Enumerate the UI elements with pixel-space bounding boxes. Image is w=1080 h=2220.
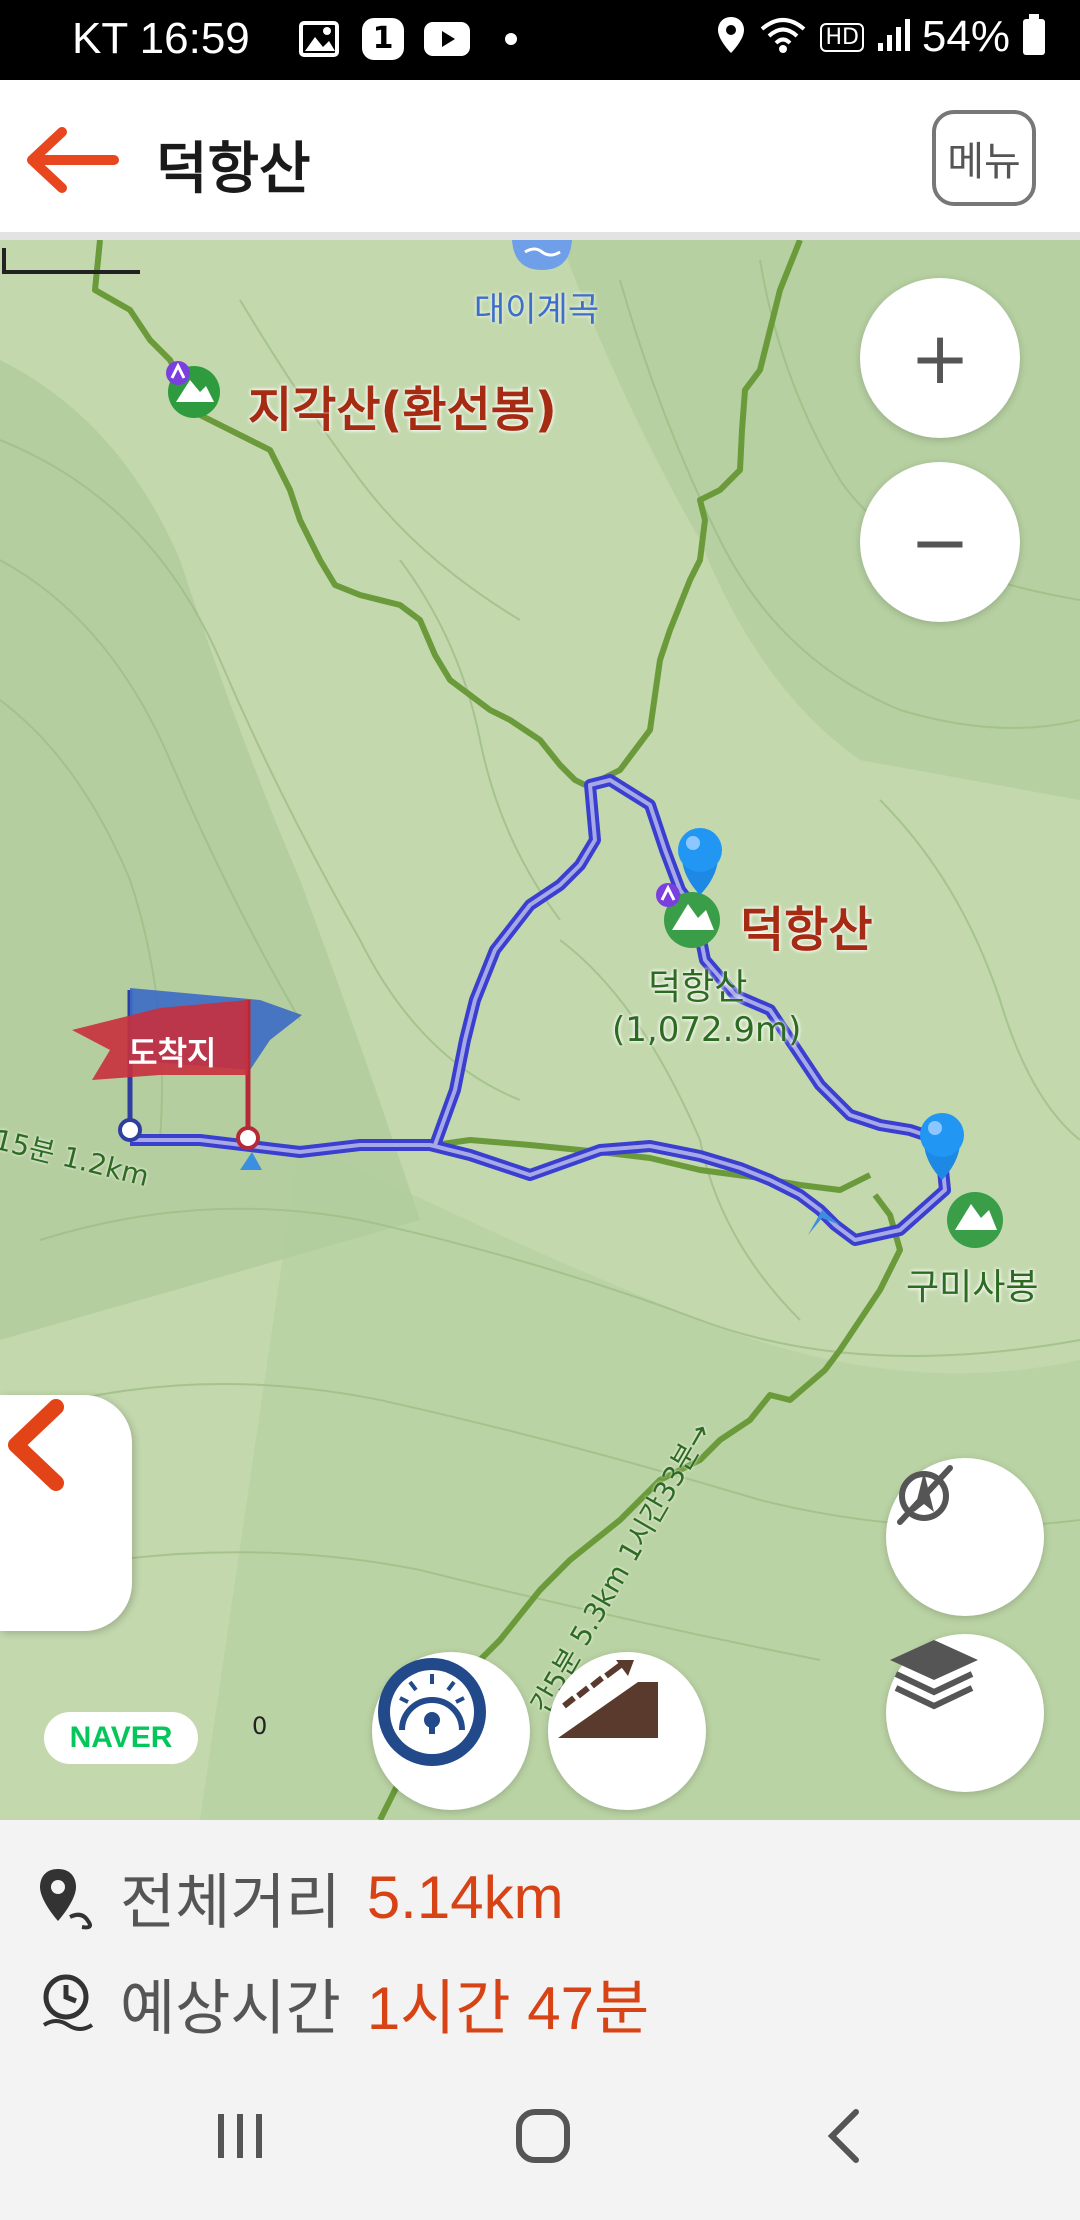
dot-icon	[488, 16, 534, 62]
valley-label: 대이계곡	[474, 290, 600, 330]
system-back-button[interactable]	[800, 2100, 890, 2172]
destination-flag-label: 도착지	[128, 1034, 217, 1072]
speedometer-icon	[378, 1658, 486, 1766]
system-indicators: HD 54%	[716, 12, 1046, 62]
scale-zero-label: 0	[252, 1712, 268, 1740]
scale-bar	[2, 248, 140, 274]
home-icon	[516, 2109, 570, 2163]
compass-off-icon	[897, 1465, 953, 1525]
zoom-out-button[interactable]: −	[860, 462, 1020, 622]
peak-elevation-deokhangsan: (1,072.9m)	[612, 1010, 802, 1050]
status-bar: KT 16:59 1 HD 54%	[0, 0, 1080, 80]
youtube-icon	[424, 16, 470, 62]
clock-route-icon	[42, 1974, 94, 2031]
recents-button[interactable]	[195, 2100, 285, 2172]
battery-icon	[1022, 14, 1046, 60]
menu-button[interactable]: 메뉴	[932, 110, 1036, 206]
notification-count-badge: 1	[360, 16, 406, 62]
distance-label: 전체거리	[120, 1868, 341, 1938]
location-tracking-button[interactable]	[886, 1458, 1044, 1616]
peak-label-gumisabong[interactable]: 구미사봉	[906, 1258, 1038, 1310]
zoom-in-button[interactable]: +	[860, 278, 1020, 438]
location-icon	[716, 15, 746, 59]
map-layers-button[interactable]	[886, 1634, 1044, 1792]
peak-name-deokhangsan: 덕항산	[648, 967, 748, 1008]
route-summary-panel: 전체거리 5.14km 예상시간 1시간 47분	[0, 1820, 1080, 2050]
distance-value: 5.14km	[366, 1864, 564, 1931]
notification-icons: 1	[296, 16, 534, 62]
app-header: 덕항산 메뉴	[0, 80, 1080, 240]
back-button[interactable]	[22, 124, 122, 196]
time-row: 예상시간 1시간 47분	[36, 1960, 649, 2047]
elevation-profile-button[interactable]	[548, 1652, 706, 1810]
minus-icon: −	[909, 500, 971, 584]
distance-row: 전체거리 5.14km	[36, 1854, 564, 1941]
plus-icon: +	[909, 316, 971, 400]
page-title: 덕항산	[156, 137, 311, 202]
side-panel-toggle[interactable]	[0, 1395, 132, 1631]
route-distance-icon	[40, 1868, 92, 1929]
battery-percent: 54%	[921, 12, 1010, 61]
hd-icon: HD	[820, 22, 864, 52]
home-button[interactable]	[498, 2100, 588, 2172]
peak-label-deokhangsan[interactable]: 덕항산	[740, 890, 872, 960]
gallery-icon	[296, 16, 342, 62]
carrier-time: KT 16:59	[72, 14, 250, 63]
speed-info-button[interactable]	[372, 1652, 530, 1810]
peak-icon-gumisabong	[947, 1192, 1003, 1248]
system-back-icon	[827, 2109, 859, 2163]
time-value: 1시간 47분	[366, 1975, 650, 2042]
peak-label-jigaksan[interactable]: 지각산(환선봉)	[248, 370, 557, 440]
recents-icon	[218, 2114, 262, 2158]
naver-logo: NAVER	[44, 1712, 198, 1764]
chevron-left-icon	[8, 1399, 64, 1491]
elevation-chart-icon	[558, 1660, 658, 1738]
system-navigation-bar	[0, 2050, 1080, 2220]
signal-icon	[876, 17, 910, 57]
time-label: 예상시간	[120, 1974, 341, 2044]
back-arrow-icon	[27, 127, 119, 193]
layers-icon	[890, 1640, 978, 1710]
wifi-icon	[758, 15, 808, 59]
map-view[interactable]: 대이계곡 지각산(환선봉) 덕항산 덕항산 (1,072.9m) 구미사봉 도착…	[0, 240, 1080, 1820]
